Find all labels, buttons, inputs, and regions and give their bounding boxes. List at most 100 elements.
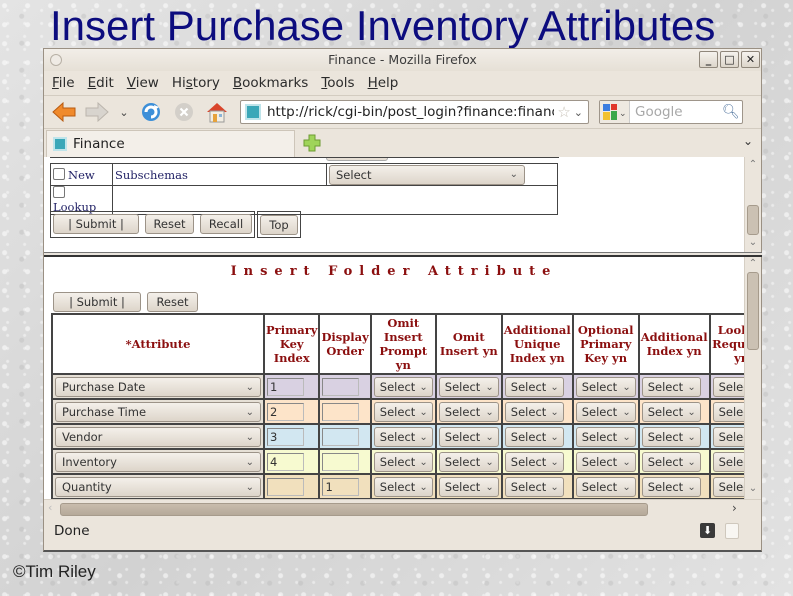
yn-select[interactable]: Select⌄ <box>504 427 564 447</box>
yn-select[interactable]: Select⌄ <box>438 377 499 397</box>
primary-key-index-input[interactable]: 4 <box>267 452 304 471</box>
subschemas-link[interactable]: Subschemas <box>112 163 327 186</box>
url-dropdown-icon[interactable]: ⌄ <box>574 106 583 119</box>
history-dropdown-icon[interactable]: ⌄ <box>116 98 132 126</box>
yn-select[interactable]: Select⌄ <box>641 477 701 497</box>
primary-key-index-input[interactable]: 2 <box>267 402 304 421</box>
yn-select[interactable]: Select⌄ <box>641 427 701 447</box>
scroll-thumb[interactable] <box>747 205 759 235</box>
display-order-input[interactable] <box>322 402 360 421</box>
attribute-cell: Purchase Date ⌄ <box>53 375 263 398</box>
menu-edit[interactable]: Edit <box>88 75 114 91</box>
scroll-down-icon[interactable]: ⌄ <box>745 483 761 494</box>
yn-select[interactable]: Select⌄ <box>504 452 564 472</box>
scroll-left-icon[interactable]: ‹ <box>48 501 52 514</box>
back-icon[interactable] <box>50 98 78 126</box>
yn-select[interactable]: Select⌄ <box>373 427 433 447</box>
tab-finance[interactable]: Finance <box>46 130 295 157</box>
yn-select[interactable]: Select⌄ <box>575 377 636 397</box>
display-order-input[interactable]: 1 <box>322 477 360 496</box>
attribute-frame-scrollbar[interactable]: ⌃ ⌄ <box>744 257 761 499</box>
window-menu-icon[interactable] <box>50 54 62 66</box>
maximize-button[interactable]: □ <box>720 51 739 68</box>
home-icon[interactable] <box>203 98 231 126</box>
yn-select[interactable]: Select⌄ <box>438 477 499 497</box>
display-order-input[interactable] <box>322 427 360 446</box>
primary-key-index-input[interactable]: 1 <box>267 377 304 396</box>
search-icon[interactable]: 🔍︎ <box>722 104 742 120</box>
horizontal-scrollbar[interactable]: ‹ › <box>44 499 761 518</box>
attribute-select[interactable]: Purchase Time ⌄ <box>55 402 261 422</box>
bookmark-star-icon[interactable]: ☆ <box>557 103 570 121</box>
scroll-thumb[interactable] <box>747 272 759 350</box>
attribute-select[interactable]: Vendor ⌄ <box>55 427 261 447</box>
yn-select[interactable]: Select⌄ <box>641 377 701 397</box>
download-icon[interactable]: ⬇ <box>700 523 715 538</box>
yn-select[interactable]: Select⌄ <box>712 477 744 497</box>
menu-history[interactable]: History <box>172 75 220 91</box>
scroll-up-icon[interactable]: ⌃ <box>745 258 761 269</box>
yn-select[interactable]: Select⌄ <box>373 402 433 422</box>
reset-button-top[interactable]: Reset <box>145 214 194 234</box>
yn-select[interactable]: Select⌄ <box>575 427 636 447</box>
yn-select[interactable]: Select⌄ <box>712 452 744 472</box>
yn-select[interactable]: Select⌄ <box>712 427 744 447</box>
submit-button[interactable]: | Submit | <box>53 292 141 312</box>
url-bar[interactable]: http://rick/cgi-bin/post_login?finance:f… <box>240 100 589 124</box>
display-order-input[interactable] <box>322 452 360 471</box>
yn-select[interactable]: Select⌄ <box>438 452 499 472</box>
yn-select[interactable]: Select⌄ <box>575 477 636 497</box>
yn-select[interactable]: Select⌄ <box>641 452 701 472</box>
lookup-checkbox[interactable] <box>53 186 65 198</box>
menu-file[interactable]: File <box>52 75 75 91</box>
notepad-icon[interactable] <box>725 523 739 539</box>
yn-select[interactable]: Select⌄ <box>373 477 433 497</box>
yn-select[interactable]: Select⌄ <box>373 377 433 397</box>
primary-key-index-input[interactable] <box>267 477 304 496</box>
display-order-input[interactable] <box>322 377 360 396</box>
yn-select[interactable]: Select⌄ <box>641 402 701 422</box>
forward-icon[interactable] <box>83 98 111 126</box>
minimize-button[interactable]: _ <box>699 51 718 68</box>
reset-button[interactable]: Reset <box>147 292 198 312</box>
tab-list-icon[interactable]: ⌄ <box>743 134 753 148</box>
attribute-cell: Purchase Time ⌄ <box>53 400 263 423</box>
scroll-right-icon[interactable]: › <box>732 501 737 515</box>
stop-icon[interactable] <box>170 98 198 126</box>
yn-select[interactable]: Select⌄ <box>438 402 499 422</box>
yn-select[interactable]: Select⌄ <box>712 377 744 397</box>
scroll-down-icon[interactable]: ⌄ <box>745 237 761 248</box>
yn-select[interactable]: Select⌄ <box>504 477 564 497</box>
yn-cell: Select⌄ <box>502 425 572 448</box>
menu-help[interactable]: Help <box>368 75 399 91</box>
yn-select[interactable]: Select⌄ <box>504 402 564 422</box>
search-input[interactable]: Google <box>630 104 722 120</box>
attribute-select[interactable]: Quantity ⌄ <box>55 477 261 497</box>
recall-button[interactable]: Recall <box>200 214 252 234</box>
new-tab-icon[interactable] <box>302 133 322 153</box>
menu-tools[interactable]: Tools <box>321 75 354 91</box>
yn-select[interactable]: Select⌄ <box>504 377 564 397</box>
scroll-up-icon[interactable]: ⌃ <box>745 159 761 170</box>
url-text[interactable]: http://rick/cgi-bin/post_login?finance:f… <box>267 104 554 120</box>
search-engine-icon[interactable]: ⌄ <box>600 101 630 123</box>
subschema-select[interactable]: Select ⌄ <box>329 164 525 185</box>
top-frame-scrollbar[interactable]: ⌃ ⌄ <box>744 157 761 252</box>
yn-select[interactable]: Select⌄ <box>575 452 636 472</box>
yn-select[interactable]: Select⌄ <box>438 427 499 447</box>
submit-button-top[interactable]: | Submit | <box>53 214 139 234</box>
primary-key-index-input[interactable]: 3 <box>267 427 304 446</box>
yn-select[interactable]: Select⌄ <box>712 402 744 422</box>
menu-bookmarks[interactable]: Bookmarks <box>233 75 308 91</box>
horizontal-scroll-thumb[interactable] <box>60 503 648 516</box>
search-bar[interactable]: ⌄ Google 🔍︎ <box>599 100 743 124</box>
close-button[interactable]: ✕ <box>741 51 760 68</box>
attribute-select[interactable]: Inventory ⌄ <box>55 452 261 472</box>
yn-select[interactable]: Select⌄ <box>575 402 636 422</box>
top-button[interactable]: Top <box>260 215 298 235</box>
menu-view[interactable]: View <box>127 75 159 91</box>
reload-icon[interactable] <box>137 98 165 126</box>
new-checkbox[interactable] <box>53 167 65 180</box>
yn-select[interactable]: Select⌄ <box>373 452 433 472</box>
attribute-select[interactable]: Purchase Date ⌄ <box>55 377 261 397</box>
